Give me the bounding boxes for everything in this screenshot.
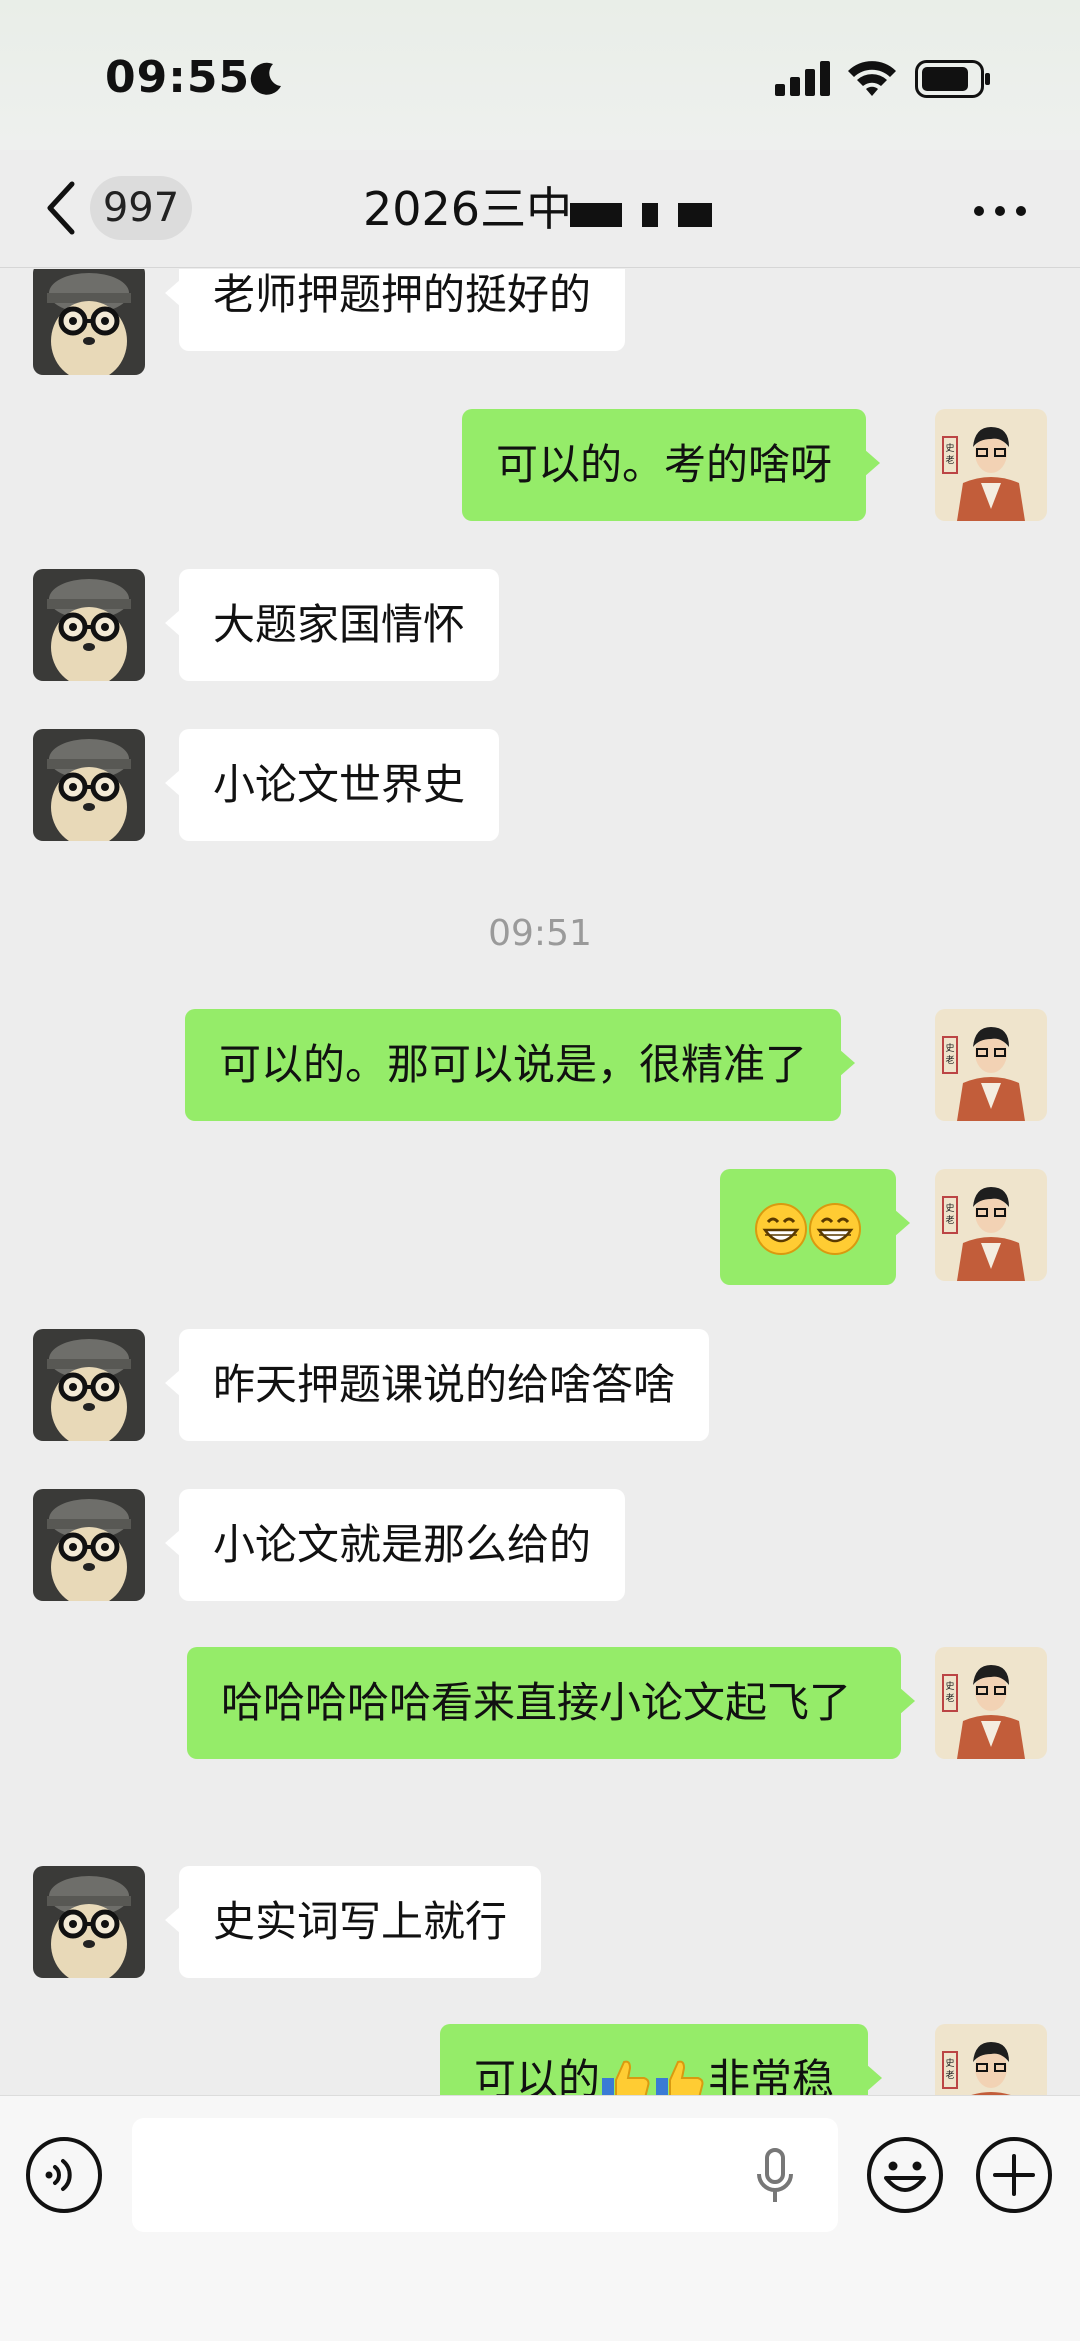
outgoing-message-bubble[interactable]: 哈哈哈哈哈看来直接小论文起飞了 (187, 1647, 915, 1759)
my-avatar[interactable] (935, 2024, 1047, 2095)
wifi-icon (848, 61, 896, 96)
incoming-message-bubble[interactable]: 昨天押题课说的给啥答啥 (164, 1329, 710, 1441)
contact-avatar[interactable] (33, 1329, 145, 1441)
input-bar (0, 2095, 1080, 2341)
message-list[interactable]: 史 老 老师押题押的挺好的 可以的。考的啥呀 大题家国情怀 (0, 269, 1080, 2095)
my-avatar[interactable] (935, 1009, 1047, 1121)
emoji-picker-icon[interactable] (866, 2136, 944, 2214)
cellular-signal-icon (775, 61, 830, 96)
message-text: 可以的。考的啥呀 (496, 440, 833, 489)
back-chevron-icon[interactable] (42, 180, 78, 236)
message-text: 可以的。那可以说是，很精准了 (219, 1040, 808, 1089)
message-text: 小论文世界史 (213, 760, 466, 809)
message-text: 大题家国情怀 (213, 600, 466, 649)
contact-avatar[interactable] (33, 729, 145, 841)
message-text: 小论文就是那么给的 (213, 1520, 592, 1569)
status-bar: 09:55 (0, 0, 1080, 150)
microphone-icon[interactable] (755, 2148, 795, 2206)
chat-title[interactable]: 2026三中 (363, 180, 572, 238)
outgoing-message-bubble[interactable]: 可以的 非常稳 (440, 2024, 883, 2095)
more-options-icon[interactable] (973, 205, 1027, 217)
outgoing-message-bubble[interactable]: 可以的。那可以说是，很精准了 (185, 1009, 856, 1121)
unread-count-badge[interactable]: 997 (90, 176, 192, 240)
contact-avatar[interactable] (33, 269, 145, 375)
grinning-face-emoji-icon (754, 1202, 808, 1255)
message-text: 非常稳 (708, 2055, 835, 2095)
grinning-face-emoji-icon (808, 1202, 862, 1255)
message-text: 老师押题押的挺好的 (213, 270, 592, 319)
contact-avatar[interactable] (33, 569, 145, 681)
incoming-message-bubble[interactable]: 小论文就是那么给的 (164, 1489, 626, 1601)
incoming-message-bubble[interactable]: 老师押题押的挺好的 (164, 269, 626, 351)
my-avatar[interactable] (935, 1647, 1047, 1759)
message-input[interactable] (132, 2118, 838, 2232)
contact-avatar[interactable] (33, 1489, 145, 1601)
message-text: 史实词写上就行 (213, 1897, 508, 1946)
my-avatar[interactable] (935, 1169, 1047, 1281)
voice-input-button-icon[interactable] (25, 2136, 103, 2214)
outgoing-message-bubble[interactable]: 可以的。考的啥呀 (462, 409, 881, 521)
outgoing-emoji-bubble[interactable] (720, 1169, 910, 1285)
incoming-message-bubble[interactable]: 史实词写上就行 (164, 1866, 542, 1978)
chat-header: 997 2026三中 (0, 150, 1080, 268)
battery-icon (915, 60, 990, 98)
contact-avatar[interactable] (33, 1866, 145, 1978)
plus-attach-icon[interactable] (975, 2136, 1053, 2214)
message-timestamp: 09:51 (488, 913, 592, 954)
message-text: 哈哈哈哈哈看来直接小论文起飞了 (221, 1678, 852, 1727)
message-text: 昨天押题课说的给啥答啥 (213, 1360, 676, 1409)
incoming-message-bubble[interactable]: 小论文世界史 (164, 729, 500, 841)
incoming-message-bubble[interactable]: 大题家国情怀 (164, 569, 500, 681)
redacted-title-part (570, 193, 720, 227)
message-text: 可以的 (474, 2055, 601, 2095)
moon-icon (250, 62, 281, 95)
thumbs-up-emoji-icon (601, 2060, 650, 2095)
thumbs-up-emoji-icon (655, 2060, 704, 2095)
status-time: 09:55 (105, 52, 251, 103)
my-avatar[interactable] (935, 409, 1047, 521)
